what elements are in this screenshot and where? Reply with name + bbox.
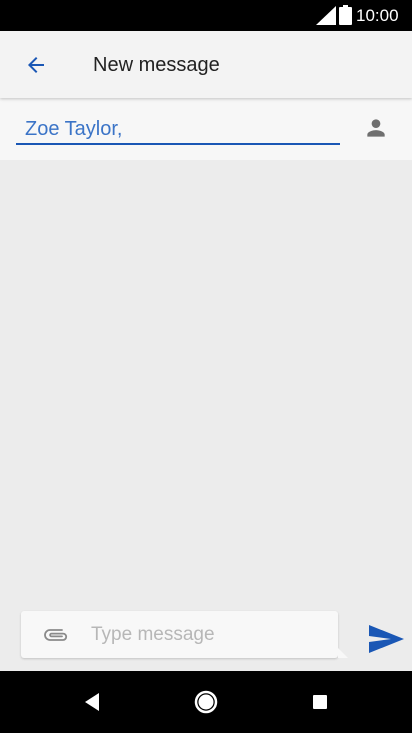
nav-back-button[interactable] [75, 685, 109, 719]
arrow-back-icon [28, 57, 44, 73]
conversation-area [0, 160, 412, 610]
compose-box [21, 611, 348, 658]
nav-home-button[interactable] [189, 685, 223, 719]
status-time: 10:00 [356, 6, 399, 25]
nav-home-icon [194, 690, 218, 714]
recipient-value[interactable]: Zoe Taylor, [25, 117, 122, 141]
back-button[interactable] [18, 47, 54, 83]
battery-icon [339, 5, 352, 25]
attach-button[interactable] [41, 623, 71, 647]
nav-recents-button[interactable] [303, 685, 337, 719]
recipient-area: Zoe Taylor, [0, 98, 412, 160]
nav-recents-icon [313, 695, 327, 709]
paperclip-icon [44, 629, 68, 641]
app-bar: New message [0, 31, 412, 98]
send-button[interactable] [366, 622, 406, 656]
navigation-bar [0, 671, 412, 733]
page-title: New message [93, 54, 220, 76]
send-icon [369, 625, 404, 653]
status-bar: 10:00 [0, 0, 412, 31]
recipient-field[interactable]: Zoe Taylor, [16, 114, 340, 145]
signal-icon [316, 6, 336, 25]
message-input[interactable] [91, 621, 326, 649]
person-icon [367, 119, 385, 137]
nav-back-icon [85, 693, 99, 711]
contacts-button[interactable] [360, 114, 392, 142]
compose-bubble-tail [338, 648, 348, 658]
